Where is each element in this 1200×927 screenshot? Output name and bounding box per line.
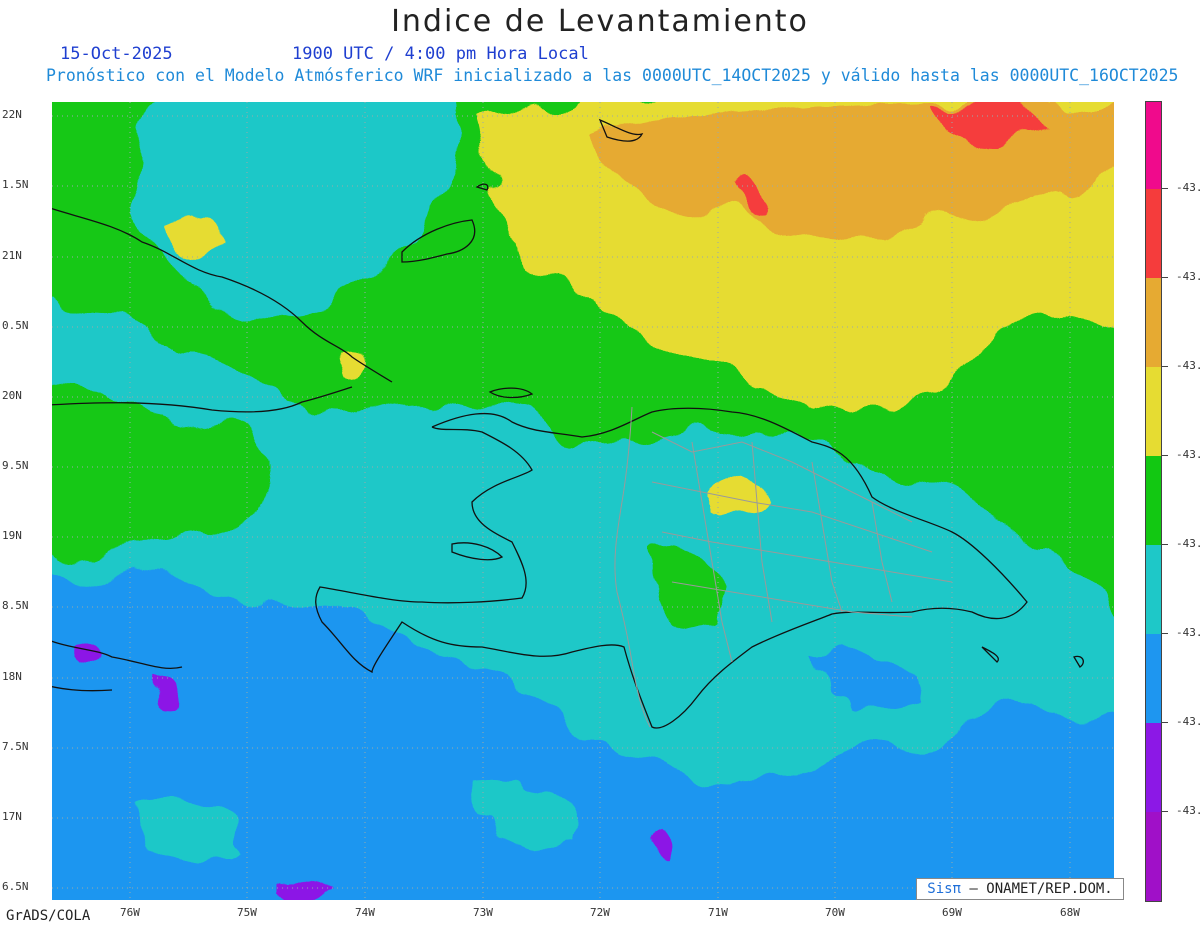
lat-tick: 19N [2, 529, 22, 542]
colorbar-label: -43.2 [1176, 270, 1200, 283]
colorbar-label: -43.7 [1176, 715, 1200, 728]
lon-tick: 70W [825, 906, 845, 919]
grads-credit: GrADS/COLA [6, 908, 91, 924]
dash-separator: – [969, 881, 978, 897]
lat-tick: 17N [2, 810, 22, 823]
lifted-index-map [52, 102, 1114, 900]
lon-tick: 74W [355, 906, 375, 919]
lon-tick: 71W [708, 906, 728, 919]
lat-tick: 22N [2, 108, 22, 121]
lon-tick: 72W [590, 906, 610, 919]
lat-tick: 21N [2, 249, 22, 262]
colorbar-label: -43.5 [1176, 537, 1200, 550]
colorbar-swatch [1146, 367, 1161, 456]
lat-tick: 8.5N [2, 599, 29, 612]
lon-tick: 76W [120, 906, 140, 919]
lat-tick: 20N [2, 389, 22, 402]
colorbar-swatch [1146, 723, 1161, 812]
colorbar-swatch [1146, 545, 1161, 634]
onamet-credit: ONAMET/REP.DOM. [986, 881, 1113, 897]
lon-tick: 69W [942, 906, 962, 919]
forecast-description: Pronóstico con el Modelo Atmósferico WRF… [46, 66, 1179, 85]
colorbar-swatch [1146, 456, 1161, 545]
colorbar-label: -43.6 [1176, 626, 1200, 639]
colorbar-label: -43.3 [1176, 359, 1200, 372]
forecast-date: 15-Oct-2025 [60, 44, 173, 64]
sispi-logo-text: Sisπ [927, 881, 961, 897]
colorbar-tick [1162, 366, 1168, 367]
colorbar-label: -43.8 [1176, 804, 1200, 817]
lat-tick: 1.5N [2, 178, 29, 191]
lat-tick: 0.5N [2, 319, 29, 332]
lat-tick: 6.5N [2, 880, 29, 893]
sispi-watermark: Sisπ – ONAMET/REP.DOM. [916, 878, 1124, 900]
forecast-time: 1900 UTC / 4:00 pm Hora Local [292, 44, 589, 64]
colorbar-tick [1162, 277, 1168, 278]
colorbar-swatch [1146, 278, 1161, 367]
lat-tick: 7.5N [2, 740, 29, 753]
lat-tick: 9.5N [2, 459, 29, 472]
colorbar-tick [1162, 455, 1168, 456]
colorbar-swatch [1146, 634, 1161, 723]
colorbar-tick [1162, 811, 1168, 812]
lon-tick: 75W [237, 906, 257, 919]
colorbar-swatch [1146, 812, 1161, 901]
colorbar-label: -43.1 [1176, 181, 1200, 194]
colorbar [1145, 101, 1162, 902]
map-canvas [52, 102, 1114, 900]
colorbar-tick [1162, 633, 1168, 634]
colorbar-swatch [1146, 102, 1161, 189]
lon-tick: 73W [473, 906, 493, 919]
lon-tick: 68W [1060, 906, 1080, 919]
colorbar-tick [1162, 544, 1168, 545]
colorbar-tick [1162, 722, 1168, 723]
map-title: Indice de Levantamiento [391, 4, 809, 39]
colorbar-swatch [1146, 189, 1161, 278]
colorbar-tick [1162, 188, 1168, 189]
colorbar-label: -43.4 [1176, 448, 1200, 461]
lat-tick: 18N [2, 670, 22, 683]
